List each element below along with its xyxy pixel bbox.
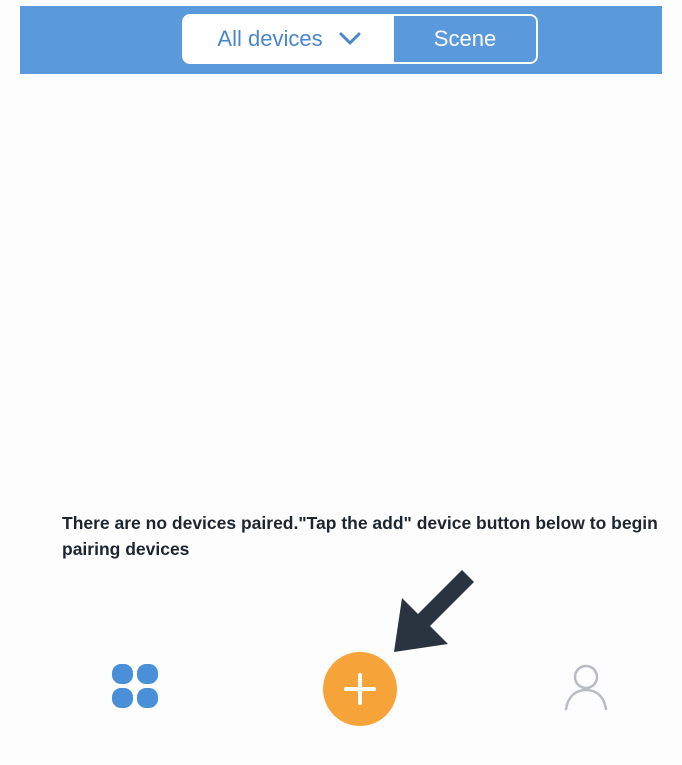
tab-all-devices[interactable]: All devices bbox=[184, 16, 394, 62]
tab-all-devices-label: All devices bbox=[217, 26, 323, 51]
chevron-down-icon bbox=[339, 26, 361, 52]
nav-devices-button[interactable] bbox=[111, 663, 159, 709]
plus-icon bbox=[344, 673, 376, 705]
empty-state-message: There are no devices paired."Tap the add… bbox=[62, 513, 658, 559]
tab-scene-label: Scene bbox=[433, 26, 497, 51]
user-profile-icon bbox=[564, 664, 608, 711]
add-device-button[interactable] bbox=[323, 652, 397, 726]
view-switcher: All devices Scene bbox=[182, 14, 538, 64]
nav-profile-button[interactable] bbox=[563, 663, 609, 711]
arrow-pointer-icon bbox=[388, 568, 478, 663]
devices-grid-icon bbox=[112, 664, 158, 708]
header-bar: All devices Scene bbox=[20, 6, 662, 74]
app-screen: All devices Scene There are no devices p… bbox=[0, 0, 682, 765]
tab-scene[interactable]: Scene bbox=[394, 16, 536, 62]
